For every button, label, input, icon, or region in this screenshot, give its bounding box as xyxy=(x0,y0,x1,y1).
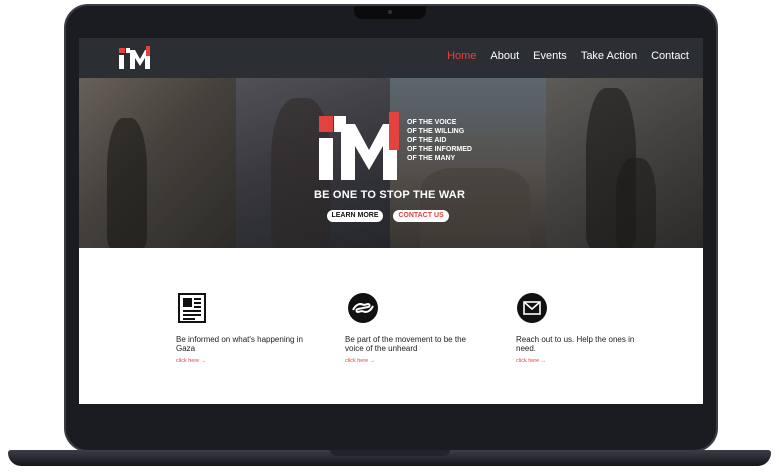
feature-movement: Be part of the movement to be the voice … xyxy=(345,292,475,364)
nav-about[interactable]: About xyxy=(490,50,519,62)
newspaper-icon xyxy=(178,293,206,323)
nav-menu: Home About Events Take Action Contact xyxy=(447,50,689,62)
tagline: OF THE VOICE xyxy=(407,119,457,126)
hero-photo-3 xyxy=(390,78,546,248)
click-here-link[interactable]: click here → xyxy=(516,358,646,364)
tagline: OF THE WILLING xyxy=(407,128,465,135)
feature-text: Be informed on what's happening in Gaza xyxy=(176,335,303,353)
learn-more-button[interactable]: LEARN MORE xyxy=(327,210,383,222)
tagline: OF THE MANY xyxy=(407,155,456,162)
website-screen: Home About Events Take Action Contact OF… xyxy=(79,38,703,404)
logo-mark-icon xyxy=(119,46,150,69)
feature-text: Be part of the movement to be the voice … xyxy=(345,335,466,353)
nav-home[interactable]: Home xyxy=(447,50,476,62)
click-here-link[interactable]: click here → xyxy=(176,358,306,364)
hero-taglines: OF THE VOICE OF THE WILLING OF THE AID O… xyxy=(407,119,472,162)
feature-reach-out: Reach out to us. Help the ones in need. … xyxy=(516,292,646,364)
hero-banner: OF THE VOICE OF THE WILLING OF THE AID O… xyxy=(79,78,703,248)
site-logo[interactable] xyxy=(117,46,155,70)
laptop-base-groove xyxy=(330,450,450,456)
nav-events[interactable]: Events xyxy=(533,50,567,62)
hero-logo-mark-icon xyxy=(319,112,399,180)
contact-us-button[interactable]: CONTACT US xyxy=(393,210,449,222)
laptop-mockup: Home About Events Take Action Contact OF… xyxy=(0,0,779,475)
nav-take-action[interactable]: Take Action xyxy=(581,50,637,62)
feature-text: Reach out to us. Help the ones in need. xyxy=(516,335,635,353)
feature-informed: Be informed on what's happening in Gaza … xyxy=(176,292,306,364)
navbar: Home About Events Take Action Contact xyxy=(79,38,703,78)
click-here-link[interactable]: click here → xyxy=(345,358,475,364)
hero-photo-4 xyxy=(546,78,703,248)
hero-photo-1 xyxy=(79,78,236,248)
camera-icon xyxy=(388,10,392,14)
hero-logo xyxy=(317,110,407,180)
hero-slogan: BE ONE TO STOP THE WAR xyxy=(314,189,466,201)
helping-hands-icon xyxy=(348,293,378,323)
tagline: OF THE INFORMED xyxy=(407,146,472,153)
envelope-icon xyxy=(517,293,547,323)
tagline: OF THE AID xyxy=(407,137,447,144)
nav-contact[interactable]: Contact xyxy=(651,50,689,62)
